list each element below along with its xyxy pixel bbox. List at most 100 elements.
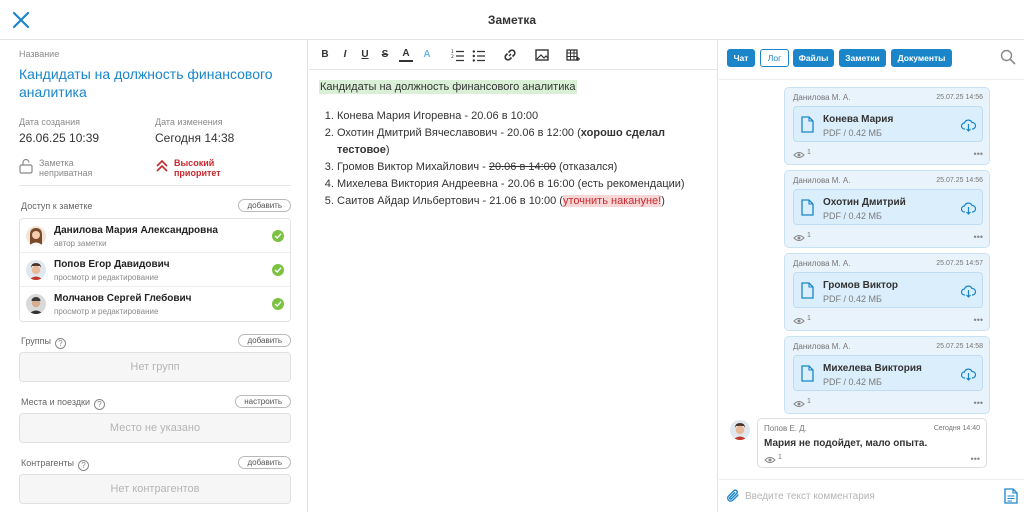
cloud-download-icon[interactable] — [960, 201, 977, 215]
check-icon — [272, 230, 284, 242]
access-row[interactable]: Данилова Мария Александровна автор замет… — [20, 219, 290, 253]
item-text: Конева Мария Игоревна - 20.06 в 10:00 — [337, 110, 539, 122]
search-icon[interactable] — [1000, 49, 1016, 65]
italic-button[interactable]: I — [338, 48, 352, 62]
list-item: Саитов Айдар Ильбертович - 21.06 в 10:00… — [337, 193, 709, 210]
priority-chevrons-icon[interactable] — [156, 159, 168, 173]
item-text: Саитов Айдар Ильбертович - 21.06 в 10:00… — [337, 195, 563, 207]
avatar — [26, 226, 46, 246]
places-header: Места и поездки? настроить — [21, 395, 291, 410]
file-attachment[interactable]: Конева Мария PDF / 0.42 МБ — [793, 106, 983, 142]
message-author: Данилова М. А. — [793, 176, 851, 185]
add-access-button[interactable]: добавить — [238, 199, 291, 212]
file-size: PDF / 0.42 МБ — [823, 377, 882, 387]
file-attachment[interactable]: Охотин Дмитрий PDF / 0.42 МБ — [793, 189, 983, 225]
name-label: Название — [19, 49, 60, 59]
comment-composer — [719, 479, 1024, 512]
file-icon — [801, 116, 814, 133]
groups-header: Группы? добавить — [21, 334, 291, 349]
file-icon — [801, 282, 814, 299]
comment-input[interactable] — [745, 486, 995, 506]
cloud-download-icon[interactable] — [960, 284, 977, 298]
cloud-download-icon[interactable] — [960, 367, 977, 381]
tab-notes[interactable]: Заметки — [839, 49, 886, 67]
document-send-icon[interactable] — [1004, 488, 1018, 504]
list-item: Конева Мария Игоревна - 20.06 в 10:00 — [337, 108, 709, 125]
paperclip-icon[interactable] — [725, 488, 741, 504]
bold-button[interactable]: B — [318, 48, 332, 62]
underline-button[interactable]: U — [358, 48, 372, 62]
comment-message[interactable]: Попов Е. Д. Сегодня 14:40 Мария не подой… — [757, 418, 987, 468]
view-count: 1 — [807, 232, 811, 239]
help-icon[interactable]: ? — [78, 460, 90, 471]
tab-files[interactable]: Файлы — [793, 49, 834, 67]
priority-line1: Высокий — [174, 158, 215, 168]
help-icon[interactable]: ? — [94, 399, 105, 410]
privacy-status[interactable]: Заметка неприватная — [39, 158, 92, 178]
cloud-download-icon[interactable] — [960, 118, 977, 132]
editor-content[interactable]: Кандидаты на должность финансового анали… — [319, 80, 709, 210]
tab-chat[interactable]: Чат — [727, 49, 755, 67]
contractors-header: Контрагенты? добавить — [21, 456, 291, 471]
file-name: Михелева Виктория — [823, 363, 922, 374]
top-bar: Заметка — [0, 0, 1024, 40]
tab-log[interactable]: Лог — [760, 49, 789, 67]
access-header: Доступ к заметке добавить — [21, 199, 291, 213]
chat-panel: Чат Лог Файлы Заметки Документы Данилова… — [719, 40, 1024, 512]
file-message[interactable]: Данилова М. А. 25.07.25 14:56 Конева Мар… — [784, 87, 990, 165]
file-message[interactable]: Данилова М. А. 25.07.25 14:56 Охотин Дми… — [784, 170, 990, 248]
more-icon[interactable]: ••• — [971, 455, 980, 464]
item-highlight-text: уточнить накануне! — [562, 195, 662, 207]
places-empty[interactable]: Место не указано — [19, 413, 291, 443]
lock-open-icon[interactable] — [19, 158, 33, 174]
file-icon — [801, 199, 814, 216]
file-size: PDF / 0.42 МБ — [823, 128, 882, 138]
created-date: Дата создания 26.06.25 10:39 — [19, 117, 99, 145]
created-label: Дата создания — [19, 117, 80, 127]
link-icon[interactable] — [503, 48, 517, 62]
tab-documents[interactable]: Документы — [891, 49, 952, 67]
groups-empty[interactable]: Нет групп — [19, 352, 291, 382]
add-contractor-button[interactable]: добавить — [238, 456, 291, 469]
privacy-line2: неприватная — [39, 168, 93, 178]
access-row[interactable]: Молчанов Сергей Глебович просмотр и реда… — [20, 287, 290, 321]
person-name: Данилова Мария Александровна — [54, 225, 218, 236]
help-icon[interactable]: ? — [55, 338, 66, 349]
person-role: автор заметки — [54, 239, 107, 248]
priority-status[interactable]: Высокий приоритет — [174, 158, 221, 178]
more-icon[interactable]: ••• — [974, 233, 983, 242]
configure-places-button[interactable]: настроить — [235, 395, 291, 408]
more-icon[interactable]: ••• — [974, 150, 983, 159]
more-icon[interactable]: ••• — [974, 316, 983, 325]
editor-toolbar: B I U S A A 12 — [309, 40, 718, 70]
note-editor: B I U S A A 12 Кандидаты на должность фи… — [309, 40, 718, 512]
created-value: 26.06.25 10:39 — [19, 131, 100, 145]
file-size: PDF / 0.42 МБ — [823, 294, 882, 304]
image-icon[interactable] — [535, 48, 549, 62]
file-attachment[interactable]: Михелева Виктория PDF / 0.42 МБ — [793, 355, 983, 391]
file-message[interactable]: Данилова М. А. 25.07.25 14:57 Громов Вик… — [784, 253, 990, 331]
item-text-end: ) — [661, 195, 665, 207]
view-count: 1 — [778, 454, 782, 461]
list-item: Михелева Виктория Андреевна - 20.06 в 16… — [337, 176, 709, 193]
note-meta-row: Заметка неприватная Высокий приоритет — [19, 158, 291, 186]
highlight-button[interactable]: A — [420, 48, 434, 62]
note-title[interactable]: Кандидаты на должность финансового анали… — [19, 65, 299, 101]
bullet-list-icon[interactable] — [472, 48, 486, 62]
numbered-list-icon[interactable]: 12 — [451, 48, 465, 62]
message-time: 25.07.25 14:56 — [936, 94, 983, 101]
access-row[interactable]: Попов Егор Давидович просмотр и редактир… — [20, 253, 290, 287]
table-icon[interactable] — [566, 48, 580, 62]
person-name: Попов Егор Давидович — [54, 259, 170, 270]
person-role: просмотр и редактирование — [54, 273, 159, 282]
eye-icon — [793, 233, 805, 241]
text-color-button[interactable]: A — [399, 48, 413, 62]
strikethrough-button[interactable]: S — [378, 48, 392, 62]
more-icon[interactable]: ••• — [974, 399, 983, 408]
comment-text: Мария не подойдет, мало опыта. — [764, 438, 928, 449]
file-attachment[interactable]: Громов Виктор PDF / 0.42 МБ — [793, 272, 983, 308]
add-group-button[interactable]: добавить — [238, 334, 291, 347]
eye-icon — [793, 150, 805, 158]
file-message[interactable]: Данилова М. А. 25.07.25 14:58 Михелева В… — [784, 336, 990, 414]
contractors-empty[interactable]: Нет контрагентов — [19, 474, 291, 504]
